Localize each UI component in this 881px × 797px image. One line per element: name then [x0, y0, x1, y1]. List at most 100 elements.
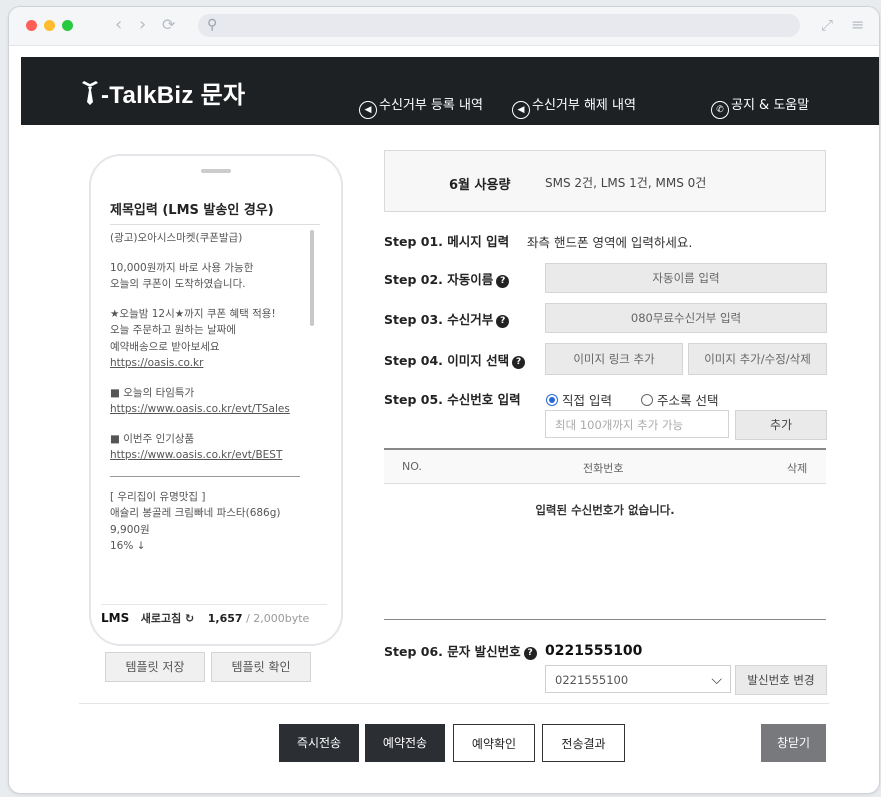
message-link[interactable]: https://oasis.co.kr: [110, 355, 304, 372]
divider: [110, 224, 320, 225]
minimize-dot[interactable]: [44, 20, 55, 31]
template-save-button[interactable]: 템플릿 저장: [105, 652, 205, 682]
step1-label: Step 01. 메시지 입력: [384, 234, 510, 249]
step6-label: Step 06. 문자 발신번호?: [384, 641, 537, 660]
chevron-down-icon: ⌵: [711, 672, 722, 688]
auto-name-button[interactable]: 자동이름 입력: [545, 263, 827, 293]
step4-text: Step 04. 이미지 선택: [384, 353, 510, 368]
select-value: 0221555100: [555, 673, 629, 687]
refresh-button[interactable]: 새로고침 ↻: [141, 612, 195, 625]
speaker-icon: ◀: [359, 101, 377, 119]
message-line-text: 10,000원까지 바로 사용 가능한: [110, 261, 254, 274]
byte-limit: / 2,000byte: [246, 612, 310, 625]
refresh-icon: ↻: [181, 612, 195, 625]
message-line: 애슐리 봉골레 크림빠네 파스타(686g): [110, 507, 281, 519]
maximize-dot[interactable]: [62, 20, 73, 31]
help-icon[interactable]: ?: [496, 315, 510, 328]
byte-counter: LMS 새로고침 ↻ 1,657 / 2,000byte: [101, 604, 327, 631]
empty-recipients: 입력된 수신번호가 없습니다.: [535, 503, 675, 517]
phone-speaker: [201, 169, 231, 173]
image-link-button[interactable]: 이미지 링크 추가: [545, 343, 683, 375]
template-check-button[interactable]: 템플릿 확인: [211, 652, 311, 682]
radio-label: 주소록 선택: [657, 393, 719, 408]
usage-label: 6월 사용량: [449, 178, 511, 193]
message-line: 오늘의 쿠폰이 도착하였습니다.: [110, 278, 246, 290]
message-line: 16% ↓: [110, 540, 146, 552]
help-icon[interactable]: ?: [496, 275, 510, 288]
logo[interactable]: -TalkBiz 문자: [79, 75, 245, 110]
col-phone: 전화번호: [583, 462, 624, 475]
nav-label: 공지 & 도움말: [731, 98, 810, 113]
reserve-send-button[interactable]: 예약전송: [365, 724, 445, 762]
step3-text: Step 03. 수신거부: [384, 312, 494, 327]
radio-label: 직접 입력: [562, 393, 612, 408]
radio-unchecked: [641, 394, 653, 406]
message-link[interactable]: https://www.oasis.co.kr/evt/BEST: [110, 447, 304, 464]
speaker-icon: ◀: [512, 101, 530, 119]
image-edit-button[interactable]: 이미지 추가/수정/삭제: [688, 343, 827, 375]
step3-label: Step 03. 수신거부?: [384, 309, 510, 328]
message-line: 9,900원: [110, 523, 150, 536]
message-link[interactable]: https://www.oasis.co.kr/evt/TSales: [110, 401, 304, 418]
step2-text: Step 02. 자동이름: [384, 272, 494, 287]
byte-count: 1,657: [207, 612, 243, 625]
step5-label: Step 05. 수신번호 입력: [384, 392, 521, 407]
message-divider: [110, 475, 300, 477]
back-icon[interactable]: ‹: [115, 16, 122, 34]
nav-reject-register[interactable]: ◀ 수신거부 등록 내역: [359, 94, 483, 119]
message-line: 오늘 주문하고 원하는 날짜에: [110, 324, 236, 336]
recipient-number-input[interactable]: 최대 100개까지 추가 가능: [545, 410, 729, 438]
send-result-button[interactable]: 전송결과: [542, 724, 625, 762]
tie-logo-icon: [82, 81, 98, 105]
usage-value: SMS 2건, LMS 1건, MMS 0건: [545, 176, 707, 190]
col-no: NO.: [402, 460, 422, 473]
app-header: -TalkBiz 문자 ◀ 수신거부 등록 내역 ◀ 수신거부 해제 내역 ✆ 공지 …: [21, 57, 879, 125]
sender-number-select[interactable]: 0221555100 ⌵: [545, 665, 731, 693]
phone-preview: 제목입력 (LMS 발송인 경우) (광고)오아시스마켓(쿠폰발급) 10,00…: [89, 154, 343, 646]
browser-toolbar: ‹ › ⟳ ⚲ ⤢ ≡: [9, 7, 879, 46]
step1-desc: 좌측 핸드폰 영역에 입력하세요.: [527, 235, 693, 250]
message-scrollbar[interactable]: [310, 230, 314, 326]
close-dot[interactable]: [26, 20, 37, 31]
step4-label: Step 04. 이미지 선택?: [384, 350, 526, 369]
message-line: [ 우리집이 유명맛집 ]: [110, 490, 206, 503]
footer-divider: [79, 703, 829, 704]
step6-text: Step 06. 문자 발신번호: [384, 644, 521, 659]
message-title-input[interactable]: 제목입력 (LMS 발송인 경우): [110, 199, 274, 218]
browser-window: ‹ › ⟳ ⚲ ⤢ ≡ -TalkBiz 문자 ◀ 수신거부 등록 내역 ◀ 수신거…: [8, 6, 880, 794]
recipient-table-header: NO. 전화번호 삭제: [384, 448, 826, 484]
step2-label: Step 02. 자동이름?: [384, 269, 510, 288]
reload-icon[interactable]: ⟳: [162, 16, 175, 34]
address-bar[interactable]: ⚲: [198, 14, 800, 37]
col-delete: 삭제: [787, 462, 808, 475]
menu-icon[interactable]: ≡: [851, 16, 864, 34]
message-line: ■ 이번주 인기상품: [110, 432, 195, 445]
add-recipient-button[interactable]: 추가: [735, 410, 827, 440]
reserve-check-button[interactable]: 예약확인: [453, 724, 535, 762]
close-window-button[interactable]: 창닫기: [761, 724, 826, 762]
radio-direct-input[interactable]: 직접 입력: [546, 390, 612, 409]
nav-notice-help[interactable]: ✆ 공지 & 도움말: [711, 94, 809, 119]
logo-text: -TalkBiz 문자: [101, 82, 246, 109]
nav-label: 수신거부 등록 내역: [379, 98, 483, 113]
message-body-input[interactable]: (광고)오아시스마켓(쿠폰발급) 10,000원까지 바로 사용 가능한 오늘의…: [110, 230, 304, 598]
monthly-usage-box: 6월 사용량 SMS 2건, LMS 1건, MMS 0건: [384, 150, 826, 212]
phone-icon: ✆: [711, 101, 729, 119]
change-sender-button[interactable]: 발신번호 변경: [735, 665, 827, 695]
message-type: LMS: [101, 611, 130, 625]
expand-icon[interactable]: ⤢: [821, 16, 833, 34]
table-bottom-line: [384, 619, 826, 620]
help-icon[interactable]: ?: [512, 356, 526, 369]
help-icon[interactable]: ?: [523, 647, 537, 660]
search-icon: ⚲: [207, 17, 218, 33]
nav-label: 수신거부 해제 내역: [532, 98, 636, 113]
message-line: (광고)오아시스마켓(쿠폰발급): [110, 232, 243, 244]
forward-icon[interactable]: ›: [139, 16, 146, 34]
message-line: 예약배송으로 받아보세요: [110, 340, 220, 353]
free-reject-button[interactable]: 080무료수신거부 입력: [545, 303, 827, 333]
message-line: 10,000원까지 바로 사용 가능한: [110, 260, 304, 277]
send-now-button[interactable]: 즉시전송: [279, 724, 359, 762]
nav-reject-release[interactable]: ◀ 수신거부 해제 내역: [512, 94, 636, 119]
radio-address-book[interactable]: 주소록 선택: [641, 390, 718, 409]
radio-checked: [546, 394, 558, 406]
